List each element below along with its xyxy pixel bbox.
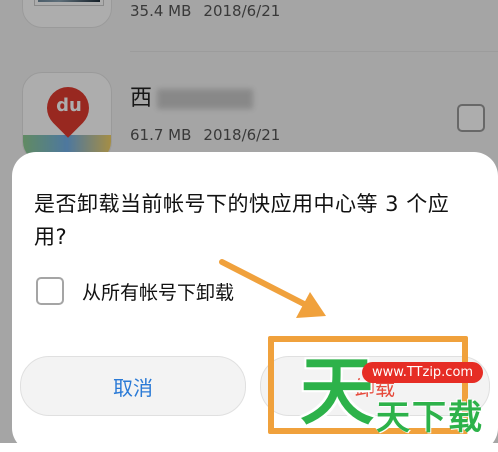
watermark-text: 天下载 (376, 398, 484, 438)
watermark-url: www.TTzip.com (362, 362, 484, 383)
watermark-big-char: 天 (300, 349, 374, 435)
watermark-logo: 天 www.TTzip.com 天下载 (300, 348, 496, 443)
